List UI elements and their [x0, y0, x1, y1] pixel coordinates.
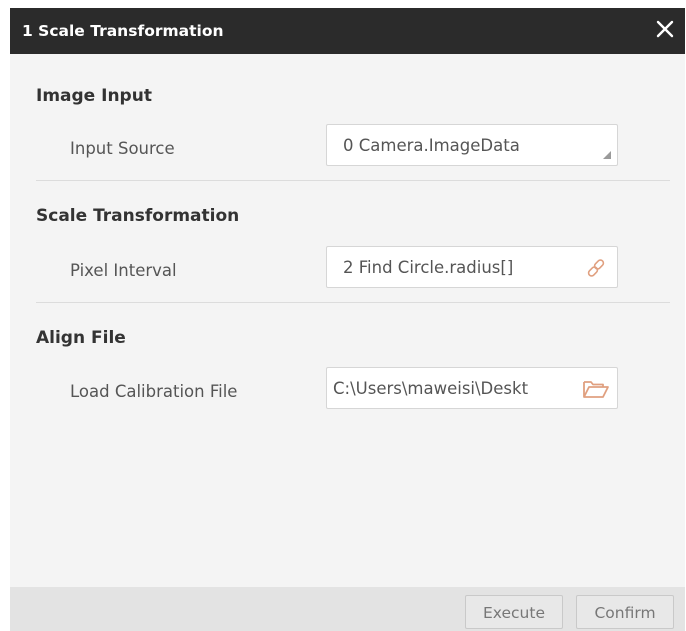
confirm-button[interactable]: Confirm [576, 595, 674, 629]
pixel-interval-label: Pixel Interval [70, 261, 177, 280]
section-divider [36, 302, 670, 303]
dialog-footer: Execute Confirm [10, 587, 685, 631]
dialog-titlebar: 1 Scale Transformation [10, 8, 685, 54]
load-calibration-file-label: Load Calibration File [70, 382, 238, 401]
dialog-title: 1 Scale Transformation [22, 22, 224, 40]
section-title-align-file: Align File [36, 328, 126, 348]
calibration-file-path: C:\Users\maweisi\Deskt [333, 379, 529, 398]
section-divider [36, 180, 670, 181]
dropdown-corner-icon [603, 151, 611, 159]
close-icon[interactable] [653, 17, 677, 41]
pixel-interval-value: 2 Find Circle.radius[] [343, 258, 514, 277]
section-title-image-input: Image Input [36, 86, 152, 106]
input-source-value: 0 Camera.ImageData [343, 136, 520, 155]
execute-button[interactable]: Execute [465, 595, 563, 629]
dialog-content: Image Input Input Source 0 Camera.ImageD… [10, 54, 685, 587]
load-calibration-file-field[interactable]: C:\Users\maweisi\Deskt [326, 367, 618, 409]
input-source-select[interactable]: 0 Camera.ImageData [326, 124, 618, 166]
link-icon[interactable] [585, 257, 607, 279]
folder-open-icon[interactable] [581, 377, 611, 401]
section-title-scale-transformation: Scale Transformation [36, 206, 240, 226]
input-source-label: Input Source [70, 139, 175, 158]
pixel-interval-field[interactable]: 2 Find Circle.radius[] [326, 246, 618, 288]
scale-transformation-dialog: 1 Scale Transformation Image Input Input… [10, 8, 685, 631]
